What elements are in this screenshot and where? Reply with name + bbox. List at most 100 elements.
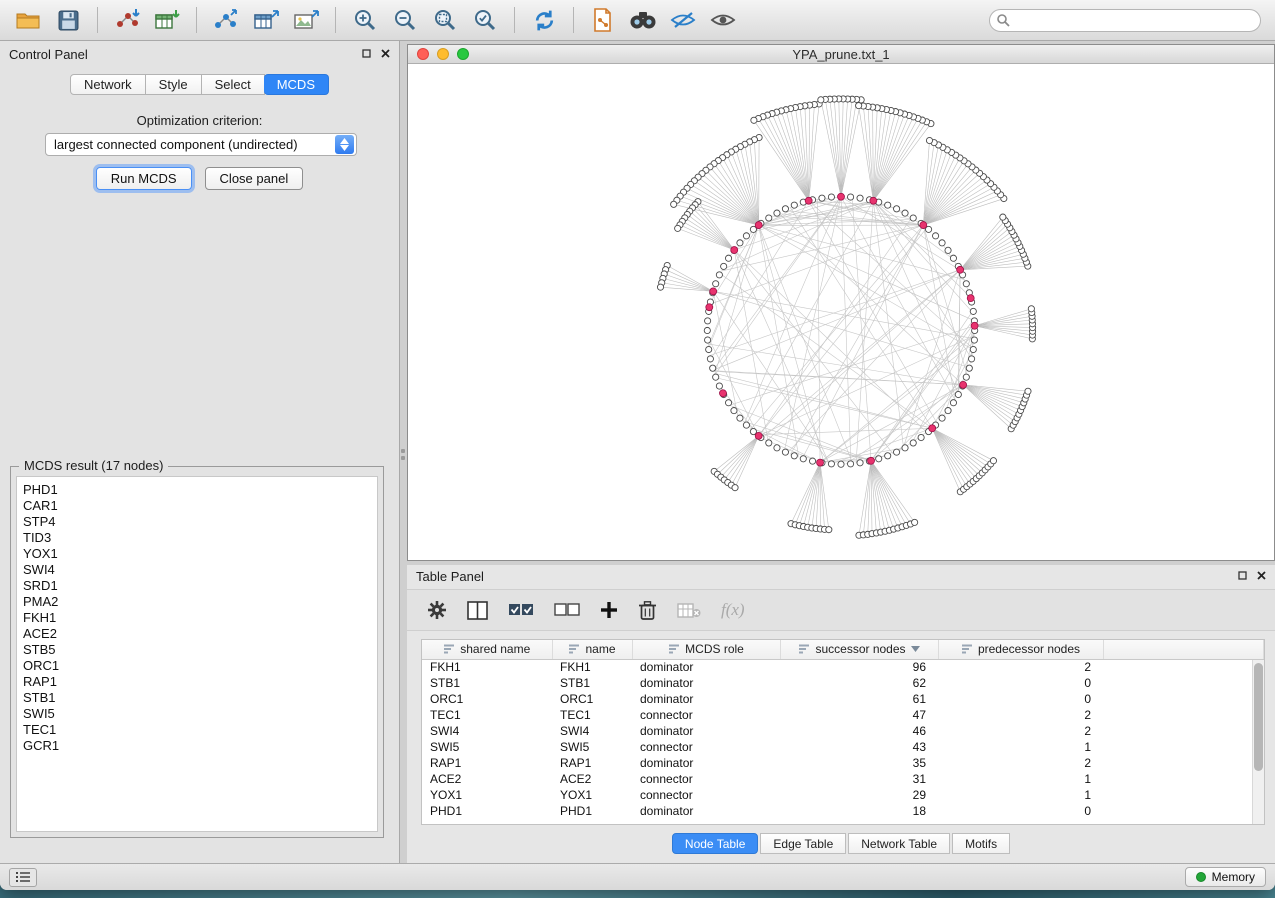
cell-predecessor-nodes[interactable]: 1 xyxy=(938,771,1103,787)
cell-shared-name[interactable]: FKH1 xyxy=(422,659,552,675)
cell--filler[interactable] xyxy=(1103,771,1264,787)
search-input[interactable] xyxy=(989,9,1261,32)
cell--filler[interactable] xyxy=(1103,755,1264,771)
cell--filler[interactable] xyxy=(1103,803,1264,819)
cell-shared-name[interactable]: ACE2 xyxy=(422,771,552,787)
tab-motifs[interactable]: Motifs xyxy=(952,833,1010,854)
table-row[interactable]: PHD1PHD1dominator180 xyxy=(422,803,1264,819)
hide-selected-icon[interactable] xyxy=(665,4,701,36)
cell--filler[interactable] xyxy=(1103,723,1264,739)
clear-table-icon[interactable] xyxy=(677,596,701,624)
cell-predecessor-nodes[interactable]: 0 xyxy=(938,675,1103,691)
table-row[interactable]: RAP1RAP1dominator352 xyxy=(422,755,1264,771)
table-settings-gear-icon[interactable] xyxy=(427,596,447,624)
tab-select[interactable]: Select xyxy=(202,74,265,95)
cell-successor-nodes[interactable]: 62 xyxy=(780,675,938,691)
deselect-all-rows-icon[interactable] xyxy=(554,596,580,624)
close-panel-button[interactable]: Close panel xyxy=(205,167,304,190)
cell-successor-nodes[interactable]: 47 xyxy=(780,707,938,723)
cell-mcds-role[interactable]: dominator xyxy=(632,755,780,771)
close-panel-icon[interactable] xyxy=(1257,567,1266,585)
task-history-icon[interactable] xyxy=(9,868,37,887)
cell-predecessor-nodes[interactable]: 0 xyxy=(938,691,1103,707)
cell-name[interactable]: STB1 xyxy=(552,675,632,691)
cell-name[interactable]: YOX1 xyxy=(552,787,632,803)
criterion-dropdown[interactable]: largest connected component (undirected) xyxy=(45,133,357,156)
function-builder-icon[interactable]: f(x) xyxy=(721,596,745,624)
cell--filler[interactable] xyxy=(1103,675,1264,691)
table-row[interactable]: FKH1FKH1dominator962 xyxy=(422,659,1264,675)
cell--filler[interactable] xyxy=(1103,659,1264,675)
table-row[interactable]: ACE2ACE2connector311 xyxy=(422,771,1264,787)
run-mcds-button[interactable]: Run MCDS xyxy=(96,167,192,190)
column-header-mcds-role[interactable]: MCDS role xyxy=(632,640,780,659)
cell-name[interactable]: ACE2 xyxy=(552,771,632,787)
mcds-result-item[interactable]: SWI4 xyxy=(23,562,371,578)
splitter-handle[interactable] xyxy=(401,449,405,465)
table-row[interactable]: SWI5SWI5connector431 xyxy=(422,739,1264,755)
mcds-result-item[interactable]: STB5 xyxy=(23,642,371,658)
cell-mcds-role[interactable]: dominator xyxy=(632,691,780,707)
table-row[interactable]: ORC1ORC1dominator610 xyxy=(422,691,1264,707)
cell-name[interactable]: RAP1 xyxy=(552,755,632,771)
save-icon[interactable] xyxy=(50,4,86,36)
tab-network[interactable]: Network xyxy=(70,74,146,95)
table-row[interactable]: SWI4SWI4dominator462 xyxy=(422,723,1264,739)
mcds-result-item[interactable]: RAP1 xyxy=(23,674,371,690)
mcds-result-item[interactable]: STB1 xyxy=(23,690,371,706)
cell--filler[interactable] xyxy=(1103,739,1264,755)
cell-mcds-role[interactable]: connector xyxy=(632,707,780,723)
select-all-rows-icon[interactable] xyxy=(508,596,534,624)
cell-successor-nodes[interactable]: 61 xyxy=(780,691,938,707)
cell-name[interactable]: ORC1 xyxy=(552,691,632,707)
cell-mcds-role[interactable]: dominator xyxy=(632,659,780,675)
network-graph[interactable] xyxy=(408,64,1274,560)
cell-name[interactable]: TEC1 xyxy=(552,707,632,723)
column-header-predecessor-nodes[interactable]: predecessor nodes xyxy=(938,640,1103,659)
float-panel-icon[interactable] xyxy=(1238,567,1247,585)
cell-predecessor-nodes[interactable]: 2 xyxy=(938,659,1103,675)
show-all-icon[interactable] xyxy=(705,4,741,36)
column-header-name[interactable]: name xyxy=(552,640,632,659)
export-table-icon[interactable] xyxy=(248,4,284,36)
mcds-result-item[interactable]: ORC1 xyxy=(23,658,371,674)
zoom-selected-icon[interactable] xyxy=(467,4,503,36)
cell-successor-nodes[interactable]: 96 xyxy=(780,659,938,675)
cell-name[interactable]: PHD1 xyxy=(552,803,632,819)
zoom-out-icon[interactable] xyxy=(387,4,423,36)
cell-shared-name[interactable]: ORC1 xyxy=(422,691,552,707)
cell-predecessor-nodes[interactable]: 2 xyxy=(938,755,1103,771)
cell-predecessor-nodes[interactable]: 2 xyxy=(938,723,1103,739)
cell-mcds-role[interactable]: connector xyxy=(632,771,780,787)
mcds-result-item[interactable]: TEC1 xyxy=(23,722,371,738)
tab-network-table[interactable]: Network Table xyxy=(848,833,950,854)
column-header-successor-nodes[interactable]: successor nodes xyxy=(780,640,938,659)
cell-mcds-role[interactable]: dominator xyxy=(632,723,780,739)
cell--filler[interactable] xyxy=(1103,787,1264,803)
cell-shared-name[interactable]: RAP1 xyxy=(422,755,552,771)
mcds-result-item[interactable]: PMA2 xyxy=(23,594,371,610)
cell-shared-name[interactable]: STB1 xyxy=(422,675,552,691)
mcds-result-item[interactable]: YOX1 xyxy=(23,546,371,562)
mcds-result-item[interactable]: SWI5 xyxy=(23,706,371,722)
cell-shared-name[interactable]: TEC1 xyxy=(422,707,552,723)
open-file-icon[interactable] xyxy=(10,4,46,36)
search-field[interactable] xyxy=(989,9,1261,32)
float-panel-icon[interactable] xyxy=(362,45,371,63)
cell-name[interactable]: FKH1 xyxy=(552,659,632,675)
mcds-result-list[interactable]: PHD1CAR1STP4TID3YOX1SWI4SRD1PMA2FKH1ACE2… xyxy=(16,476,378,832)
network-canvas[interactable] xyxy=(408,64,1274,560)
zoom-in-icon[interactable] xyxy=(347,4,383,36)
cell-mcds-role[interactable]: dominator xyxy=(632,803,780,819)
mcds-result-item[interactable]: SRD1 xyxy=(23,578,371,594)
mcds-result-item[interactable]: FKH1 xyxy=(23,610,371,626)
import-table-icon[interactable] xyxy=(149,4,185,36)
cell-shared-name[interactable]: SWI4 xyxy=(422,723,552,739)
cell-mcds-role[interactable]: connector xyxy=(632,787,780,803)
cell-shared-name[interactable]: YOX1 xyxy=(422,787,552,803)
export-image-icon[interactable] xyxy=(288,4,324,36)
apply-layout-icon[interactable] xyxy=(526,4,562,36)
cell-mcds-role[interactable]: connector xyxy=(632,739,780,755)
cell-name[interactable]: SWI4 xyxy=(552,723,632,739)
tab-mcds[interactable]: MCDS xyxy=(264,74,329,95)
